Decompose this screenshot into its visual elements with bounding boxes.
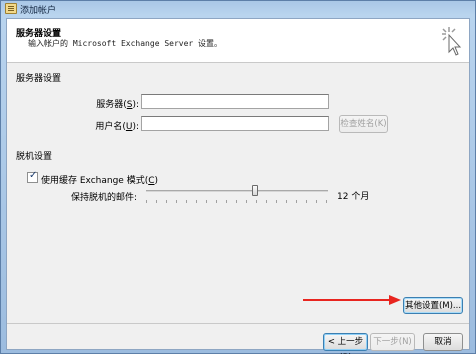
cancel-button[interactable]: 取消 bbox=[423, 333, 463, 351]
more-settings-button[interactable]: 其他设置(M)... bbox=[403, 297, 463, 314]
back-button[interactable]: < 上一步(B) bbox=[323, 333, 368, 354]
dialog-header: 服务器设置 输入帐户的 Microsoft Exchange Server 设置… bbox=[7, 19, 469, 63]
mail-to-keep-slider-track[interactable] bbox=[146, 190, 328, 192]
window-title: 添加帐户 bbox=[20, 6, 57, 16]
server-label: 服务器(S): bbox=[96, 100, 139, 110]
arrow-head bbox=[389, 295, 401, 305]
cached-mode-label[interactable]: 使用缓存 Exchange 模式(C) bbox=[41, 173, 158, 186]
title-bar[interactable]: 添加帐户 bbox=[1, 1, 475, 17]
username-label: 用户名(U): bbox=[95, 122, 139, 132]
mail-to-keep-slider-thumb[interactable] bbox=[252, 185, 259, 196]
page-subtitle: 输入帐户的 Microsoft Exchange Server 设置。 bbox=[28, 39, 223, 48]
username-input[interactable] bbox=[141, 116, 329, 131]
offline-settings-heading: 脱机设置 bbox=[16, 152, 53, 162]
dialog-body: 服务器设置 输入帐户的 Microsoft Exchange Server 设置… bbox=[6, 18, 470, 354]
next-button[interactable]: 下一步(N) > bbox=[370, 333, 415, 354]
server-settings-heading: 服务器设置 bbox=[16, 74, 62, 84]
app-window-icon bbox=[5, 3, 17, 14]
check-name-button[interactable]: 检查姓名(K) bbox=[339, 115, 388, 133]
footer-separator bbox=[7, 323, 469, 324]
cached-mode-checkbox[interactable] bbox=[27, 170, 38, 183]
mail-to-keep-value: 12 个月 bbox=[337, 192, 370, 202]
red-arrow-annotation bbox=[303, 295, 401, 305]
cursor-click-icon bbox=[442, 27, 462, 56]
server-input[interactable] bbox=[141, 94, 329, 109]
slider-ticks bbox=[146, 200, 328, 203]
add-account-dialog: 添加帐户 服务器设置 输入帐户的 Microsoft Exchange Serv… bbox=[0, 0, 476, 354]
mail-to-keep-label: 保持脱机的邮件: bbox=[70, 193, 137, 203]
